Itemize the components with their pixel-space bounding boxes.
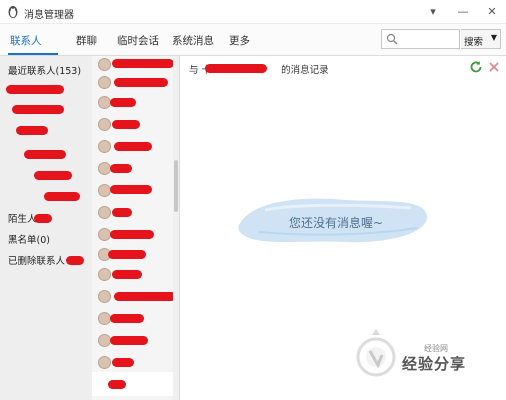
redaction-mark: [110, 164, 132, 173]
redaction-mark: [112, 208, 132, 217]
redaction-mark: [114, 292, 176, 301]
redaction-mark: [114, 142, 152, 151]
scrollbar-thumb[interactable]: [174, 160, 178, 212]
redaction-mark: [34, 171, 72, 180]
redaction-mark: [12, 105, 64, 114]
list-item[interactable]: [92, 354, 178, 372]
chevron-down-icon[interactable]: ▼: [491, 33, 497, 42]
avatar-icon: [98, 268, 111, 281]
redaction-mark: [24, 150, 66, 159]
avatar-icon: [98, 58, 111, 71]
list-item-selected[interactable]: [92, 372, 178, 396]
redaction-mark: [205, 64, 267, 73]
redaction-mark: [66, 256, 84, 265]
redaction-mark: [112, 59, 174, 68]
nav-deleted-contacts[interactable]: 已删除联系人: [8, 253, 65, 267]
list-item[interactable]: [92, 138, 178, 156]
list-item[interactable]: [92, 288, 178, 306]
tab-system-messages[interactable]: 系统消息: [172, 33, 214, 48]
redaction-mark: [108, 250, 146, 259]
redaction-mark: [44, 192, 80, 201]
tab-temp-session[interactable]: 临时会话: [117, 33, 159, 48]
tab-contacts[interactable]: 联系人: [10, 33, 42, 48]
nav-recent-contacts[interactable]: 最近联系人(153): [8, 63, 81, 77]
search-button[interactable]: 搜索 ▼: [461, 29, 501, 49]
search-button-label: 搜索: [464, 37, 484, 48]
list-item[interactable]: [92, 266, 178, 284]
chat-header-prefix: 与: [189, 65, 199, 76]
minimize-button[interactable]: —: [455, 4, 471, 20]
avatar-icon: [98, 140, 111, 153]
redaction-mark: [112, 270, 142, 279]
list-item[interactable]: [92, 56, 178, 74]
redaction-mark: [110, 314, 144, 323]
empty-message: 您还没有消息喔~: [289, 216, 384, 230]
list-item[interactable]: [92, 116, 178, 134]
menu-button[interactable]: ▾: [425, 4, 441, 20]
avatar-icon: [98, 356, 111, 369]
redaction-mark: [6, 85, 64, 94]
list-item[interactable]: [92, 94, 178, 112]
close-icon[interactable]: [487, 60, 501, 74]
avatar-icon: [98, 76, 111, 89]
avatar-icon: [98, 184, 111, 197]
scrollbar-track[interactable]: [173, 56, 179, 400]
redaction-mark: [16, 126, 48, 135]
list-item[interactable]: [92, 160, 178, 178]
redaction-mark: [108, 380, 126, 389]
list-item[interactable]: [92, 226, 178, 244]
chat-header-suffix: 的消息记录: [281, 65, 329, 76]
redaction-mark: [114, 78, 168, 87]
search-input[interactable]: [381, 29, 460, 49]
redaction-mark: [34, 214, 52, 223]
list-item[interactable]: [92, 310, 178, 328]
avatar-icon: [98, 206, 111, 219]
list-item[interactable]: [92, 332, 178, 350]
avatar-icon: [98, 118, 111, 131]
watermark-brand-text: 经验分享: [402, 355, 467, 373]
window-title: 消息管理器: [24, 10, 74, 21]
refresh-icon[interactable]: [469, 60, 483, 74]
tab-bar: 联系人 群聊 临时会话 系统消息 更多 搜索 ▼: [0, 24, 506, 56]
redaction-mark: [112, 120, 140, 129]
list-item[interactable]: [92, 204, 178, 222]
penguin-icon: [8, 6, 18, 18]
nav-strangers[interactable]: 陌生人: [8, 211, 37, 225]
contact-list[interactable]: [92, 56, 180, 400]
redaction-mark: [110, 230, 154, 239]
nav-blacklist[interactable]: 黑名单(0): [8, 232, 50, 246]
list-item[interactable]: [92, 182, 178, 200]
redaction-mark: [110, 98, 136, 107]
tab-group-chat[interactable]: 群聊: [76, 33, 97, 48]
active-tab-indicator: [8, 53, 58, 55]
avatar-icon: [98, 290, 111, 303]
left-nav: 最近联系人(153) 陌生人 黑名单(0) 已删除联系人: [0, 56, 92, 400]
redaction-mark: [112, 358, 134, 367]
tab-more[interactable]: 更多: [229, 33, 250, 48]
list-item[interactable]: [92, 74, 178, 92]
title-bar: 消息管理器 ▾ — ✕: [0, 0, 506, 24]
redaction-mark: [110, 336, 148, 345]
search-icon: [386, 33, 398, 45]
close-button[interactable]: ✕: [484, 4, 500, 20]
list-item[interactable]: [92, 246, 178, 264]
redaction-mark: [110, 185, 152, 194]
